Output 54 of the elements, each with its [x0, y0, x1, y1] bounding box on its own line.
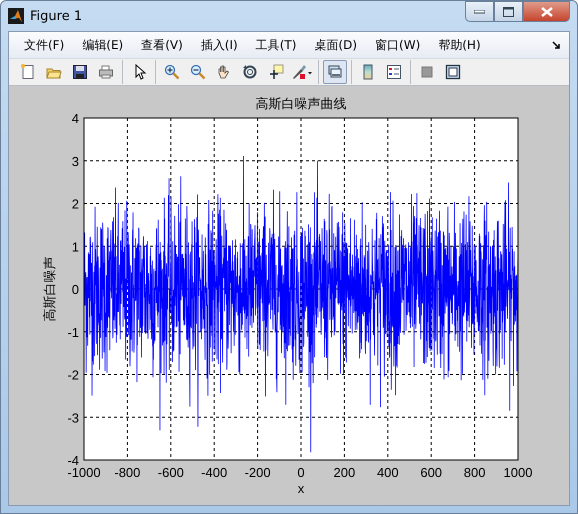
y-axis-label: 高斯白噪声	[43, 256, 58, 322]
menu-item[interactable]: 窗口(W)	[368, 34, 428, 56]
menu-item[interactable]: 帮助(H)	[431, 34, 488, 56]
close-button[interactable]	[523, 1, 570, 22]
close-icon	[540, 6, 552, 16]
print-icon	[98, 64, 114, 80]
maximize-icon	[503, 6, 514, 16]
data-cursor-icon	[268, 64, 284, 80]
new-icon	[20, 64, 36, 80]
x-tick-label: -1000	[67, 465, 101, 480]
legend-icon	[386, 64, 402, 80]
x-tick-label: 800	[464, 465, 486, 480]
x-tick-label: 1000	[504, 465, 532, 480]
x-tick-label: 0	[297, 465, 305, 480]
x-tick-label: 600	[420, 465, 442, 480]
y-tick-label: -2	[67, 368, 79, 382]
zoom-out-icon	[190, 64, 206, 80]
dock-icon	[445, 64, 461, 80]
x-tick-label: -400	[201, 465, 228, 480]
link-button[interactable]	[323, 60, 347, 84]
save-icon	[72, 64, 88, 80]
rotate-icon	[242, 64, 258, 80]
brush-icon	[291, 64, 313, 80]
x-tick-label: -600	[158, 465, 184, 480]
y-tick-label: -1	[67, 324, 79, 340]
y-tick-label: 4	[72, 111, 79, 126]
hide-tools-icon	[419, 64, 435, 80]
y-tick-label: 1	[72, 239, 79, 254]
zoom-in-icon	[164, 64, 180, 80]
window-title: Figure 1	[30, 8, 84, 24]
x-tick-label: -800	[114, 465, 140, 480]
menu-item[interactable]: 桌面(D)	[307, 34, 364, 56]
x-axis-label: x	[298, 481, 304, 496]
menu-item[interactable]: 插入(I)	[194, 34, 245, 56]
app-logo-icon	[8, 8, 24, 24]
y-tick-label: 2	[72, 196, 79, 212]
pan-icon	[216, 64, 232, 80]
maximize-button[interactable]	[494, 1, 523, 22]
minimize-button[interactable]	[465, 1, 494, 22]
y-tick-label: -4	[67, 453, 79, 468]
menu-item[interactable]: 查看(V)	[134, 34, 190, 56]
y-tick-label: 0	[72, 282, 79, 297]
menu-item[interactable]: 编辑(E)	[75, 34, 130, 56]
x-tick-label: 200	[334, 465, 356, 480]
dock-arrow-icon[interactable]	[552, 40, 561, 50]
x-tick-label: 400	[376, 465, 399, 480]
menu-item[interactable]: 文件(F)	[17, 34, 72, 56]
y-tick-label: 3	[72, 154, 79, 169]
chart-title: 高斯白噪声曲线	[256, 97, 346, 112]
menu-item[interactable]: 工具(T)	[248, 34, 304, 56]
x-tick-label: -200	[244, 465, 271, 480]
minimize-icon	[474, 10, 485, 14]
link-icon	[327, 64, 343, 80]
y-tick-label: -3	[67, 410, 79, 426]
